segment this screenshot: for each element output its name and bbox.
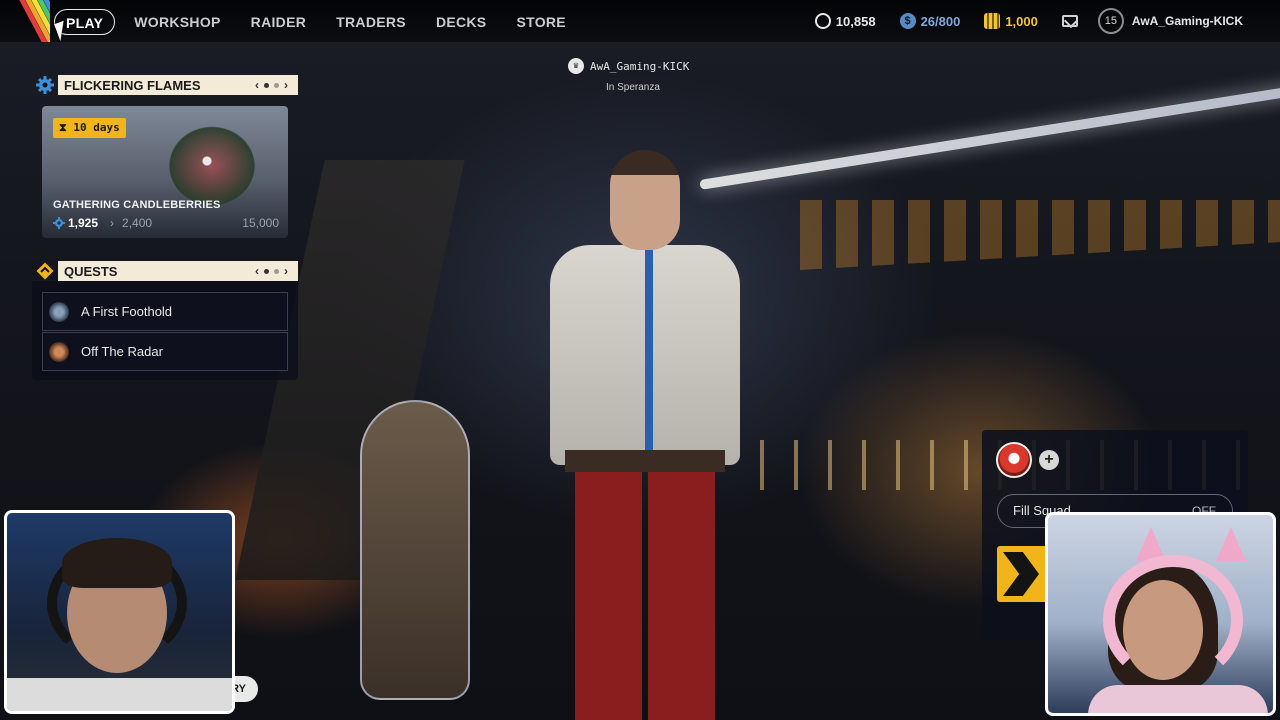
streamer-face — [1123, 580, 1203, 680]
quest-giver-icon — [49, 341, 69, 362]
quest-item[interactable]: A First Foothold — [42, 292, 288, 331]
character-stripe — [645, 250, 653, 470]
nav-raider[interactable]: RAIDER — [240, 9, 317, 35]
cat-ear — [1216, 527, 1246, 561]
crown-icon: ♛ — [568, 58, 584, 74]
pager-dot[interactable] — [264, 268, 269, 274]
event-title: GATHERING CANDLEBERRIES — [53, 199, 221, 211]
character-legs — [575, 460, 715, 720]
tokens-value: 26/800 — [920, 13, 961, 29]
add-squad-member-icon[interactable]: + — [1039, 450, 1059, 470]
streamer-hair — [62, 538, 172, 588]
tokens-display[interactable]: $ 26/800 — [899, 13, 961, 29]
event-card[interactable]: ⧗ 10 days GATHERING CANDLEBERRIES 1,925 … — [42, 106, 288, 238]
time-remaining-badge: ⧗ 10 days — [53, 118, 126, 138]
chevron-right-icon[interactable]: › — [284, 78, 288, 92]
currency-bar: 10,858 $ 26/800 1,000 15 AwA_Gaming-KICK — [814, 0, 1280, 42]
quest-item[interactable]: Off The Radar — [42, 332, 288, 371]
quests-header-title: QUESTS — [64, 263, 118, 279]
progress-next: 2,400 — [122, 216, 153, 230]
character-belt — [565, 450, 725, 472]
gear-icon — [53, 217, 65, 229]
pager-dot[interactable] — [264, 82, 269, 88]
bunting-flags — [800, 200, 1280, 270]
gold-value: 1,000 — [1005, 13, 1038, 29]
event-pager: ‹ › — [255, 78, 288, 92]
main-nav: PLAY WORKSHOP RAIDER TRADERS DECKS STORE — [54, 9, 577, 35]
mail-icon[interactable] — [1061, 15, 1078, 27]
chevron-right-icon[interactable]: › — [284, 264, 288, 278]
chevron-left-icon[interactable]: ‹ — [255, 78, 259, 92]
rainbow-logo — [0, 0, 50, 42]
pager-dot[interactable] — [274, 82, 279, 88]
time-remaining-label: 10 days — [73, 121, 120, 134]
top-nav-bar: PLAY WORKSHOP RAIDER TRADERS DECKS STORE… — [0, 0, 1280, 42]
coins-display[interactable]: 10,858 — [814, 13, 876, 29]
gold-display[interactable]: 1,000 — [984, 13, 1038, 29]
light-beam — [699, 83, 1280, 190]
chevron-right-icon — [1003, 552, 1039, 596]
player-location: In Speranza — [606, 82, 660, 93]
nav-workshop[interactable]: WORKSHOP — [123, 9, 231, 35]
streamer-shirt — [7, 678, 232, 711]
gear-icon — [34, 74, 56, 96]
chevron-right-icon: › — [110, 216, 115, 230]
chevron-left-icon[interactable]: ‹ — [255, 264, 259, 278]
event-progress: 1,925 › 2,400 15,000 — [53, 216, 279, 230]
event-header: FLICKERING FLAMES ‹ › — [58, 75, 298, 95]
squad-member-avatar[interactable] — [996, 442, 1032, 478]
event-header-title: FLICKERING FLAMES — [64, 77, 201, 93]
progress-max: 15,000 — [242, 216, 279, 230]
level-badge[interactable]: 15 — [1097, 8, 1124, 34]
streamer-hoodie — [1088, 685, 1268, 713]
webcam-right — [1045, 512, 1276, 716]
coin-icon — [814, 13, 831, 29]
progress-current: 1,925 — [68, 216, 99, 230]
quest-giver-icon — [49, 301, 69, 322]
webcam-left — [4, 510, 235, 714]
quest-label: Off The Radar — [81, 344, 163, 359]
pager-dot[interactable] — [274, 268, 279, 274]
coins-value: 10,858 — [835, 13, 876, 29]
character-head — [610, 150, 680, 250]
nav-decks[interactable]: DECKS — [425, 9, 498, 35]
quests-header: QUESTS ‹ › — [58, 261, 298, 281]
profile-username[interactable]: AwA_Gaming-KICK — [1132, 14, 1243, 28]
player-tag-name: AwA_Gaming-KICK — [590, 59, 690, 73]
statue — [360, 400, 470, 700]
token-icon: $ — [899, 13, 916, 29]
hourglass-icon: ⧗ — [59, 121, 74, 134]
quests-pager: ‹ › — [255, 264, 288, 278]
nav-traders[interactable]: TRADERS — [325, 9, 417, 35]
gold-bars-icon — [984, 13, 1001, 29]
player-tag: ♛ AwA_Gaming-KICK In Speranza — [568, 58, 728, 93]
quest-label: A First Foothold — [81, 304, 173, 319]
quest-diamond-icon — [34, 260, 56, 282]
player-character — [520, 150, 760, 720]
nav-store[interactable]: STORE — [505, 9, 576, 35]
quests-list: A First Foothold Off The Radar — [32, 281, 298, 380]
